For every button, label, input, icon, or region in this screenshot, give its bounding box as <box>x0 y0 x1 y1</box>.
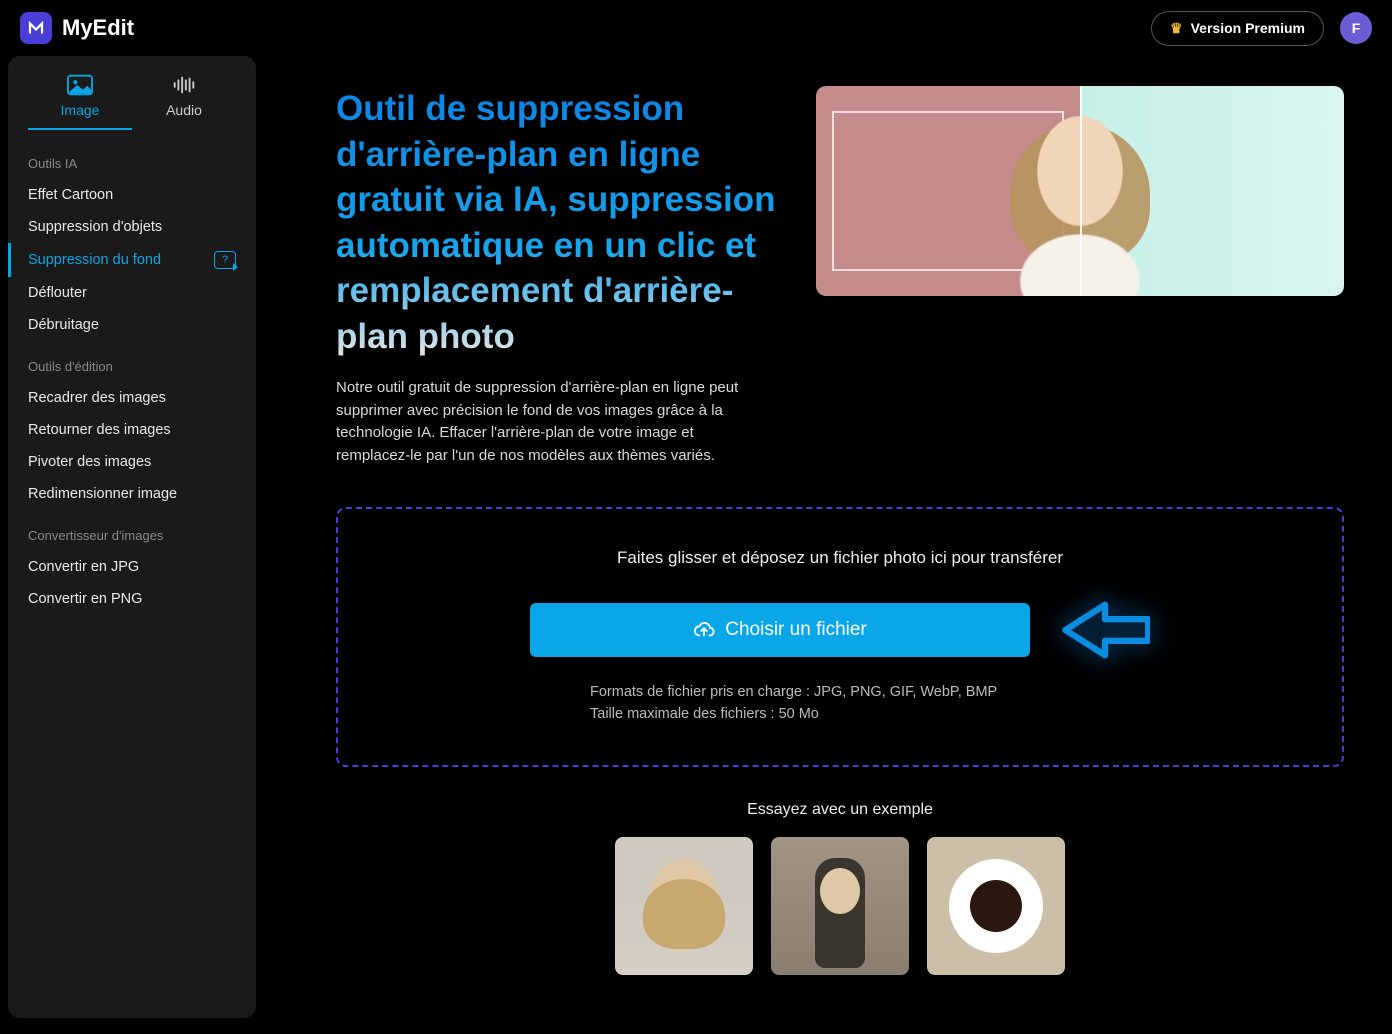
sidebar-item-deblur[interactable]: Déflouter <box>8 277 256 309</box>
examples-title: Essayez avec un exemple <box>336 801 1344 819</box>
section-title-edit: Outils d'édition <box>8 341 256 382</box>
example-thumb-2[interactable] <box>771 837 909 975</box>
sidebar-item-flip[interactable]: Retourner des images <box>8 414 256 446</box>
choose-file-label: Choisir un fichier <box>725 619 867 641</box>
sidebar-item-convert-png[interactable]: Convertir en PNG <box>8 583 256 615</box>
audio-icon <box>171 74 197 96</box>
main-content: Outil de suppression d'arrière-plan en l… <box>276 56 1384 1018</box>
sidebar-item-cartoon[interactable]: Effet Cartoon <box>8 179 256 211</box>
tab-audio-label: Audio <box>166 102 202 118</box>
page-title: Outil de suppression d'arrière-plan en l… <box>336 86 776 359</box>
sidebar-item-rotate[interactable]: Pivoter des images <box>8 446 256 478</box>
arrow-left-icon <box>1060 601 1150 659</box>
avatar-letter: F <box>1352 20 1361 36</box>
hero-preview-image <box>816 86 1344 296</box>
sidebar-item-resize[interactable]: Redimensionner image <box>8 478 256 510</box>
section-title-convert: Convertisseur d'images <box>8 510 256 551</box>
hero-text: Outil de suppression d'arrière-plan en l… <box>336 86 776 467</box>
premium-button[interactable]: ♛ Version Premium <box>1151 11 1324 46</box>
sidebar-item-denoise[interactable]: Débruitage <box>8 309 256 341</box>
page-description: Notre outil gratuit de suppression d'arr… <box>336 377 766 467</box>
image-icon <box>67 74 93 96</box>
sidebar-tabs: Image Audio <box>8 74 256 138</box>
brand-name: MyEdit <box>62 15 134 41</box>
tab-audio[interactable]: Audio <box>132 74 236 130</box>
tab-image[interactable]: Image <box>28 74 132 130</box>
hero: Outil de suppression d'arrière-plan en l… <box>336 86 1344 467</box>
sidebar-item-crop[interactable]: Recadrer des images <box>8 382 256 414</box>
choose-file-button[interactable]: Choisir un fichier <box>530 603 1030 657</box>
logo-icon <box>20 12 52 44</box>
tab-image-label: Image <box>61 102 100 118</box>
maxsize-text: Taille maximale des fichiers : 50 Mo <box>590 703 1090 725</box>
sidebar-item-object-removal[interactable]: Suppression d'objets <box>8 211 256 243</box>
topbar-right: ♛ Version Premium F <box>1151 11 1372 46</box>
section-title-ai: Outils IA <box>8 138 256 179</box>
dropzone[interactable]: Faites glisser et déposez un fichier pho… <box>336 507 1344 767</box>
sidebar-item-background-removal[interactable]: Suppression du fond ? <box>8 243 256 277</box>
premium-label: Version Premium <box>1191 20 1305 36</box>
crown-icon: ♛ <box>1170 20 1183 37</box>
dropzone-instruction: Faites glisser et déposez un fichier pho… <box>378 545 1302 571</box>
example-thumb-1[interactable] <box>615 837 753 975</box>
formats-text: Formats de fichier pris en charge : JPG,… <box>590 681 1090 703</box>
cloud-upload-icon <box>693 619 715 641</box>
sidebar-item-convert-jpg[interactable]: Convertir en JPG <box>8 551 256 583</box>
logo-group[interactable]: MyEdit <box>20 12 134 44</box>
avatar[interactable]: F <box>1340 12 1372 44</box>
topbar: MyEdit ♛ Version Premium F <box>0 0 1392 56</box>
help-icon[interactable]: ? <box>214 251 236 269</box>
example-thumb-3[interactable] <box>927 837 1065 975</box>
sidebar: Image Audio Outils IA Effet Cartoon <box>8 56 256 1018</box>
examples-row <box>336 837 1344 975</box>
